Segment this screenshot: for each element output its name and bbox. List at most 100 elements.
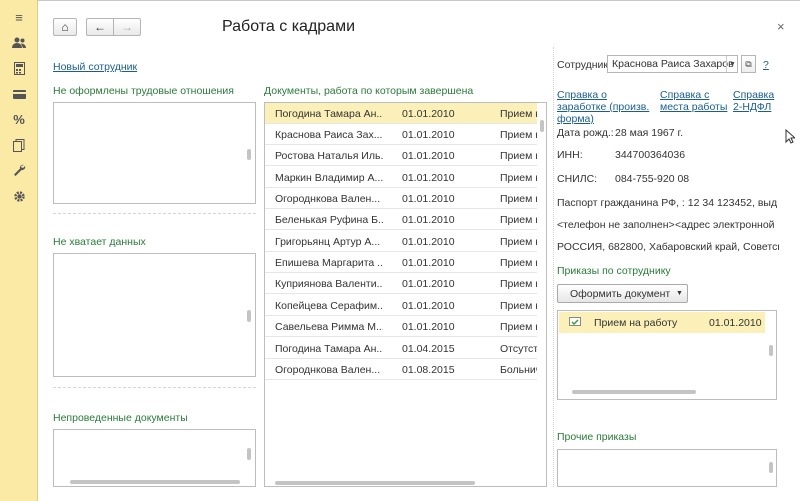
no-labor-relations-list[interactable] bbox=[53, 102, 256, 204]
table-row[interactable]: Беленькая Руфина Б... 01.01.2010 Прием н bbox=[265, 209, 537, 230]
order-name: Прием на работу bbox=[594, 317, 678, 329]
close-icon[interactable]: × bbox=[777, 19, 785, 34]
row-name: Савельева Римма М... bbox=[275, 321, 383, 333]
row-date: 01.01.2010 bbox=[402, 321, 455, 333]
birth-value: 28 мая 1967 г. bbox=[615, 127, 683, 139]
row-date: 01.01.2010 bbox=[402, 108, 455, 120]
new-employee-link[interactable]: Новый сотрудник bbox=[53, 61, 137, 73]
table-row[interactable]: Куприянова Валенти... 01.01.2010 Прием н bbox=[265, 273, 537, 294]
horizontal-scrollbar[interactable] bbox=[70, 480, 240, 484]
horizontal-scrollbar[interactable] bbox=[275, 481, 475, 485]
calculator-icon[interactable] bbox=[9, 58, 29, 78]
row-name: Епишева Маргарита ... bbox=[275, 257, 383, 269]
card-icon[interactable] bbox=[9, 84, 29, 104]
open-icon[interactable]: ⧉ bbox=[741, 55, 756, 73]
table-row[interactable]: Копейцева Серафим... 01.01.2010 Прием н bbox=[265, 295, 537, 316]
row-name: Григорьянц Артур А... bbox=[275, 236, 381, 248]
table-row[interactable]: Краснова Раиса Зах... 01.01.2010 Прием н bbox=[265, 124, 537, 145]
other-orders-list[interactable] bbox=[557, 449, 777, 487]
back-icon: ← bbox=[94, 20, 106, 34]
vertical-scrollbar[interactable] bbox=[247, 310, 251, 322]
forward-button[interactable]: → bbox=[113, 18, 141, 36]
vertical-scrollbar[interactable] bbox=[247, 149, 251, 160]
home-button[interactable]: ⌂ bbox=[53, 18, 77, 36]
row-date: 01.01.2010 bbox=[402, 150, 455, 162]
table-row[interactable]: Погодина Тамара Ан... 01.04.2015 Отсутст bbox=[265, 338, 537, 359]
forward-icon: → bbox=[121, 20, 133, 34]
table-row[interactable]: Огороднкова Вален... 01.01.2010 Прием н bbox=[265, 188, 537, 209]
row-name: Беленькая Руфина Б... bbox=[275, 214, 383, 226]
phone-info: <телефон не заполнен> bbox=[557, 219, 675, 231]
row-doc: Прием н bbox=[500, 193, 537, 205]
row-name: Копейцева Серафим... bbox=[275, 300, 383, 312]
column-divider bbox=[553, 47, 554, 487]
row-doc: Больнич bbox=[500, 364, 537, 376]
employee-label: Сотрудник: bbox=[557, 59, 611, 71]
salary-certificate-link[interactable]: Справка о заработке (произв. форма) bbox=[557, 89, 653, 125]
table-row[interactable]: Епишева Маргарита ... 01.01.2010 Прием н bbox=[265, 252, 537, 273]
users-icon[interactable] bbox=[9, 33, 29, 53]
vertical-scrollbar[interactable] bbox=[540, 120, 544, 132]
snils-label: СНИЛС: bbox=[557, 173, 598, 185]
home-icon: ⌂ bbox=[61, 20, 69, 34]
row-name: Погодина Тамара Ан... bbox=[275, 343, 383, 355]
employee-field[interactable]: Краснова Раиса Захаров bbox=[607, 55, 738, 73]
table-row[interactable]: Маркин Владимир А... 01.01.2010 Прием н bbox=[265, 167, 537, 188]
missing-data-list[interactable] bbox=[53, 253, 256, 377]
row-doc: Прием н bbox=[500, 150, 537, 162]
row-date: 01.01.2010 bbox=[402, 172, 455, 184]
address-info: РОССИЯ, 682800, Хабаровский край, Советс… bbox=[557, 241, 779, 253]
ndfl-certificate-link[interactable]: Справка 2-НДФЛ bbox=[733, 89, 777, 113]
orders-title: Приказы по сотруднику bbox=[557, 265, 671, 277]
table-row[interactable]: Ростова Наталья Иль... 01.01.2010 Прием н bbox=[265, 145, 537, 166]
finished-docs-table[interactable]: Погодина Тамара Ан... 01.01.2010 Прием н К… bbox=[264, 102, 547, 487]
chevron-down-icon[interactable]: ▼ bbox=[726, 56, 738, 72]
row-date: 01.01.2010 bbox=[402, 257, 455, 269]
table-row[interactable]: Григорьянц Артур А... 01.01.2010 Прием н bbox=[265, 231, 537, 252]
inn-label: ИНН: bbox=[557, 149, 583, 161]
row-date: 01.08.2015 bbox=[402, 364, 455, 376]
table-row[interactable]: Прием на работу 01.01.2010 bbox=[559, 312, 765, 333]
row-name: Маркин Владимир А... bbox=[275, 172, 383, 184]
row-name: Погодина Тамара Ан... bbox=[275, 108, 383, 120]
percent-icon[interactable]: % bbox=[9, 109, 29, 129]
orders-list[interactable]: Прием на работу 01.01.2010 bbox=[557, 310, 777, 400]
section-no-labor-relations-title: Не оформлены трудовые отношения bbox=[53, 85, 234, 97]
finished-docs-title: Документы, работа по которым завершена bbox=[264, 85, 474, 97]
section-unposted-docs-title: Непроведенные документы bbox=[53, 412, 188, 424]
gear-icon[interactable] bbox=[9, 186, 29, 206]
work-certificate-link[interactable]: Справка с места работы bbox=[660, 89, 728, 113]
snils-value: 084-755-920 08 bbox=[615, 173, 690, 185]
help-link[interactable]: ? bbox=[763, 59, 769, 71]
vertical-scrollbar[interactable] bbox=[769, 462, 773, 473]
horizontal-scrollbar[interactable] bbox=[572, 390, 696, 394]
docs-icon[interactable] bbox=[9, 135, 29, 155]
birth-label: Дата рожд.: bbox=[557, 127, 614, 139]
row-date: 01.01.2010 bbox=[402, 278, 455, 290]
wrench-icon[interactable] bbox=[9, 160, 29, 180]
unposted-docs-list[interactable] bbox=[53, 429, 256, 487]
order-date: 01.01.2010 bbox=[709, 317, 762, 329]
section-missing-data-title: Не хватает данных bbox=[53, 236, 146, 248]
row-name: Краснова Раиса Зах... bbox=[275, 129, 383, 141]
row-doc: Прием н bbox=[500, 300, 537, 312]
row-name: Ростова Наталья Иль... bbox=[275, 150, 383, 162]
table-row[interactable]: Савельева Римма М... 01.01.2010 Прием н bbox=[265, 316, 537, 337]
row-date: 01.01.2010 bbox=[402, 214, 455, 226]
sidebar: ≡ % bbox=[0, 0, 38, 501]
row-doc: Отсутст bbox=[500, 343, 537, 355]
make-document-button[interactable]: Оформить документ ▼ bbox=[557, 284, 688, 303]
row-doc: Прием н bbox=[500, 278, 537, 290]
window-title: Работа с кадрами bbox=[222, 18, 356, 35]
vertical-scrollbar[interactable] bbox=[769, 345, 773, 356]
menu-icon[interactable]: ≡ bbox=[9, 7, 29, 27]
divider bbox=[53, 213, 256, 214]
row-doc: Прием н bbox=[500, 214, 537, 226]
row-doc: Прием н bbox=[500, 321, 537, 333]
table-row[interactable]: Погодина Тамара Ан... 01.01.2010 Прием н bbox=[265, 103, 537, 124]
back-button[interactable]: ← bbox=[86, 18, 113, 36]
vertical-scrollbar[interactable] bbox=[247, 448, 251, 460]
row-name: Куприянова Валенти... bbox=[275, 278, 383, 290]
row-doc: Прием н bbox=[500, 236, 537, 248]
table-row[interactable]: Огороднкова Вален... 01.08.2015 Больнич bbox=[265, 359, 537, 380]
